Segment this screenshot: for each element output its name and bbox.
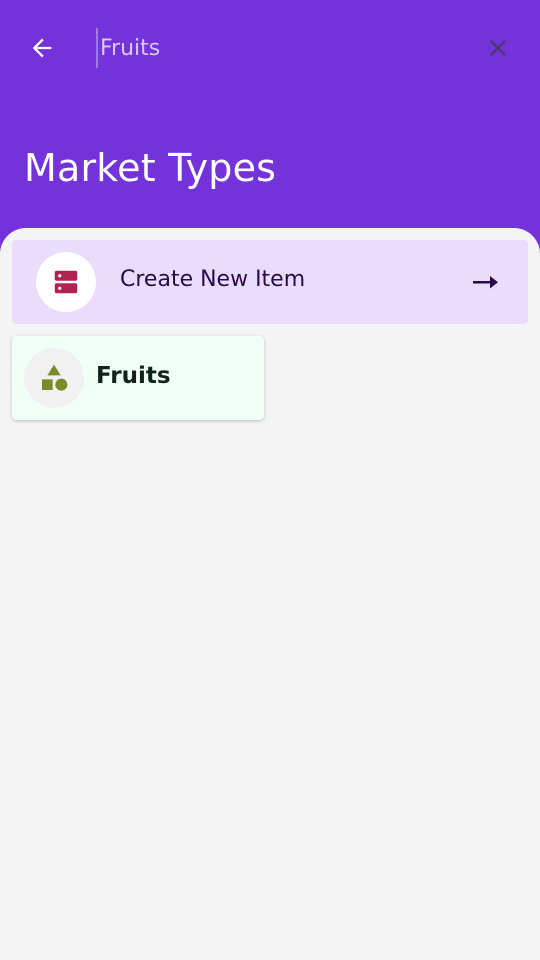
storage-icon	[54, 270, 78, 294]
arrow-left-icon	[32, 38, 52, 58]
arrow-right-icon	[473, 276, 498, 289]
category-label: Fruits	[96, 363, 171, 389]
create-arrow-container	[472, 270, 500, 294]
create-new-item-label: Create New Item	[120, 267, 306, 292]
clear-search-button[interactable]	[478, 28, 518, 68]
create-icon-container	[36, 252, 96, 312]
page-title: Market Types	[24, 146, 277, 190]
category-card-fruits[interactable]: Fruits	[12, 336, 264, 420]
search-bar	[0, 0, 540, 96]
create-new-item-button[interactable]: Create New Item	[12, 240, 528, 324]
content-panel: Create New Item Fruits	[0, 228, 540, 960]
back-button[interactable]	[22, 28, 62, 68]
category-shapes-icon	[42, 364, 68, 391]
category-icon-container	[24, 348, 84, 408]
search-input[interactable]	[96, 28, 456, 68]
close-icon	[489, 39, 507, 57]
app-screen: Market Types Create New Item	[0, 0, 540, 960]
header: Market Types	[0, 0, 540, 260]
